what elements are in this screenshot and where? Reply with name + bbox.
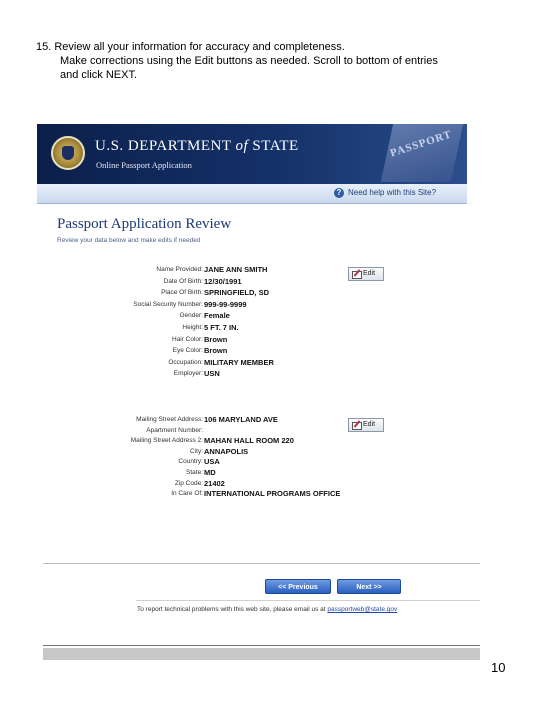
instructions: 15. Review all your information for accu… bbox=[36, 40, 506, 82]
field-label: State: bbox=[186, 469, 203, 476]
page-number: 10 bbox=[491, 660, 506, 675]
field-label: City: bbox=[190, 447, 203, 455]
report-text: To report technical problems with this w… bbox=[137, 606, 328, 613]
divider bbox=[136, 600, 480, 601]
footer-rule bbox=[43, 645, 480, 646]
field-label: Apartment Number: bbox=[146, 426, 203, 434]
divider bbox=[43, 563, 480, 564]
instruction-line-2: Make corrections using the Edit buttons … bbox=[60, 55, 438, 67]
field-row: Height: 5 FT. 7 IN. bbox=[37, 323, 467, 335]
report-problems-text: To report technical problems with this w… bbox=[137, 606, 397, 613]
field-row: In Care Of: INTERNATIONAL PROGRAMS OFFICE bbox=[37, 489, 467, 501]
page-title: Passport Application Review bbox=[57, 216, 232, 232]
footer-bar bbox=[43, 648, 480, 660]
help-link[interactable]: Need help with this Site? bbox=[348, 188, 436, 197]
field-row: Gender: Female bbox=[37, 311, 467, 323]
field-row: Date Of Birth: 12/30/1991 bbox=[37, 277, 467, 289]
field-value: Brown bbox=[204, 334, 228, 344]
help-bar: ? Need help with this Site? bbox=[37, 184, 467, 204]
edit-label: Edit bbox=[363, 421, 376, 428]
field-row: Occupation: MILITARY MEMBER bbox=[37, 358, 467, 370]
department-title: U.S. DEPARTMENT of STATE bbox=[95, 138, 299, 154]
field-label: Occupation: bbox=[168, 358, 203, 366]
field-label: Date Of Birth: bbox=[163, 277, 203, 285]
field-row: Employer: USN bbox=[37, 369, 467, 381]
field-label: Place Of Birth: bbox=[161, 289, 203, 297]
field-value: 21402 bbox=[204, 478, 225, 488]
field-label: Country: bbox=[178, 458, 203, 466]
field-label: Gender: bbox=[179, 312, 204, 320]
field-value: USA bbox=[204, 457, 220, 467]
field-value: MD bbox=[204, 468, 216, 477]
field-value: 5 FT. 7 IN. bbox=[204, 323, 239, 332]
field-value: 999-99-9999 bbox=[204, 299, 247, 309]
field-label: Mailing Street Address: bbox=[136, 416, 203, 423]
field-row: Eye Color: Brown bbox=[37, 346, 467, 358]
field-value: 12/30/1991 bbox=[204, 276, 242, 286]
state-seal-icon bbox=[51, 136, 85, 170]
previous-button[interactable]: << Previous bbox=[265, 579, 331, 594]
field-label: Name Provided: bbox=[156, 266, 203, 273]
field-label: Social Security Number: bbox=[133, 300, 203, 308]
field-value: 106 MARYLAND AVE bbox=[204, 415, 278, 424]
field-label: Height: bbox=[182, 324, 203, 331]
next-button[interactable]: Next >> bbox=[337, 579, 401, 594]
edit-personal-button[interactable]: Edit bbox=[348, 267, 384, 281]
edit-icon bbox=[352, 422, 362, 430]
edit-icon bbox=[352, 271, 362, 279]
field-value: Brown bbox=[204, 346, 228, 356]
edit-address-button[interactable]: Edit bbox=[348, 418, 384, 432]
instruction-line-3: and click NEXT. bbox=[60, 69, 138, 81]
site-subtitle: Online Passport Application bbox=[96, 160, 192, 170]
field-label: Eye Color: bbox=[172, 347, 203, 355]
field-value: USN bbox=[204, 369, 220, 379]
field-value: INTERNATIONAL PROGRAMS OFFICE bbox=[204, 489, 341, 499]
field-value: SPRINGFIELD, SD bbox=[204, 288, 270, 298]
field-value: ANNAPOLIS bbox=[204, 446, 249, 456]
field-row: Name Provided: JANE ANN SMITH bbox=[37, 265, 467, 277]
field-row: Hair Color: Brown bbox=[37, 335, 467, 347]
field-value: MAHAN HALL ROOM 220 bbox=[204, 436, 294, 446]
field-label: Zip Code: bbox=[174, 479, 203, 487]
field-value: Female bbox=[204, 311, 230, 321]
field-label: In Care Of: bbox=[171, 490, 203, 498]
field-value: JANE ANN SMITH bbox=[204, 265, 268, 274]
field-label: Mailing Street Address 2: bbox=[130, 437, 203, 445]
edit-label: Edit bbox=[363, 270, 376, 277]
field-label: Hair Color: bbox=[171, 335, 203, 343]
site-banner: PASSPORT U.S. DEPARTMENT of STATE Online… bbox=[37, 124, 467, 184]
page-subtitle: Review your data below and make edits if… bbox=[57, 237, 201, 244]
field-label: Employer: bbox=[173, 370, 203, 378]
help-icon[interactable]: ? bbox=[334, 188, 344, 198]
field-row: Social Security Number: 999-99-9999 bbox=[37, 300, 467, 312]
field-value: MILITARY MEMBER bbox=[204, 357, 274, 367]
passport-screenshot: PASSPORT U.S. DEPARTMENT of STATE Online… bbox=[37, 124, 467, 526]
instruction-line-1: 15. Review all your information for accu… bbox=[36, 41, 345, 53]
field-row: Place Of Birth: SPRINGFIELD, SD bbox=[37, 288, 467, 300]
report-email-link[interactable]: passportweb@state.gov bbox=[327, 606, 397, 613]
